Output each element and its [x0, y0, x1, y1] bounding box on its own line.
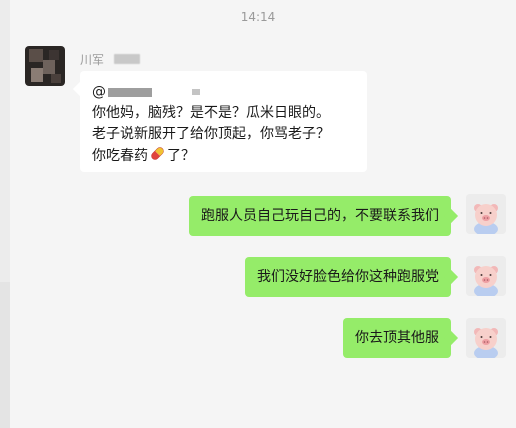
pill-icon: [151, 147, 164, 160]
message-line-3-text: 你吃春药: [92, 148, 148, 164]
pig-avatar-icon: [466, 194, 506, 234]
message-line-1: 你他妈，脑残？是不是？瓜米日眼的。: [92, 105, 330, 121]
my-avatar[interactable]: [466, 256, 506, 296]
left-panel-edge: [0, 0, 10, 428]
mention-prefix: @: [92, 84, 106, 100]
sender-name: 川军: [80, 53, 105, 67]
mention-line: @: [92, 82, 357, 103]
message-line-2: 老子说新服开了给你顶起，你骂老子？: [92, 126, 330, 142]
sender-avatar[interactable]: [25, 46, 65, 86]
sender-name-redacted: [114, 54, 140, 64]
outgoing-message-bubble[interactable]: 我们没好脸色给你这种跑服党: [245, 257, 451, 297]
my-avatar[interactable]: [466, 318, 506, 358]
message-timestamp: 14:14: [240, 10, 276, 24]
pig-avatar-icon: [466, 256, 506, 296]
mention-redacted: [108, 87, 152, 97]
message-line-3: 你吃春药 了？: [92, 145, 357, 167]
my-avatar[interactable]: [466, 194, 506, 234]
left-panel-shade: [0, 282, 10, 428]
pig-avatar-icon: [466, 318, 506, 358]
mention-redacted-tail: [192, 89, 200, 95]
outgoing-message-bubble[interactable]: 你去顶其他服: [343, 318, 451, 358]
incoming-message-bubble[interactable]: @ 你他妈，脑残？是不是？瓜米日眼的。 老子说新服开了给你顶起，你骂老子？ 你吃…: [80, 71, 367, 172]
outgoing-message-bubble[interactable]: 跑服人员自己玩自己的，不要联系我们: [189, 196, 451, 236]
message-line-3-tail: 了？: [167, 148, 195, 164]
